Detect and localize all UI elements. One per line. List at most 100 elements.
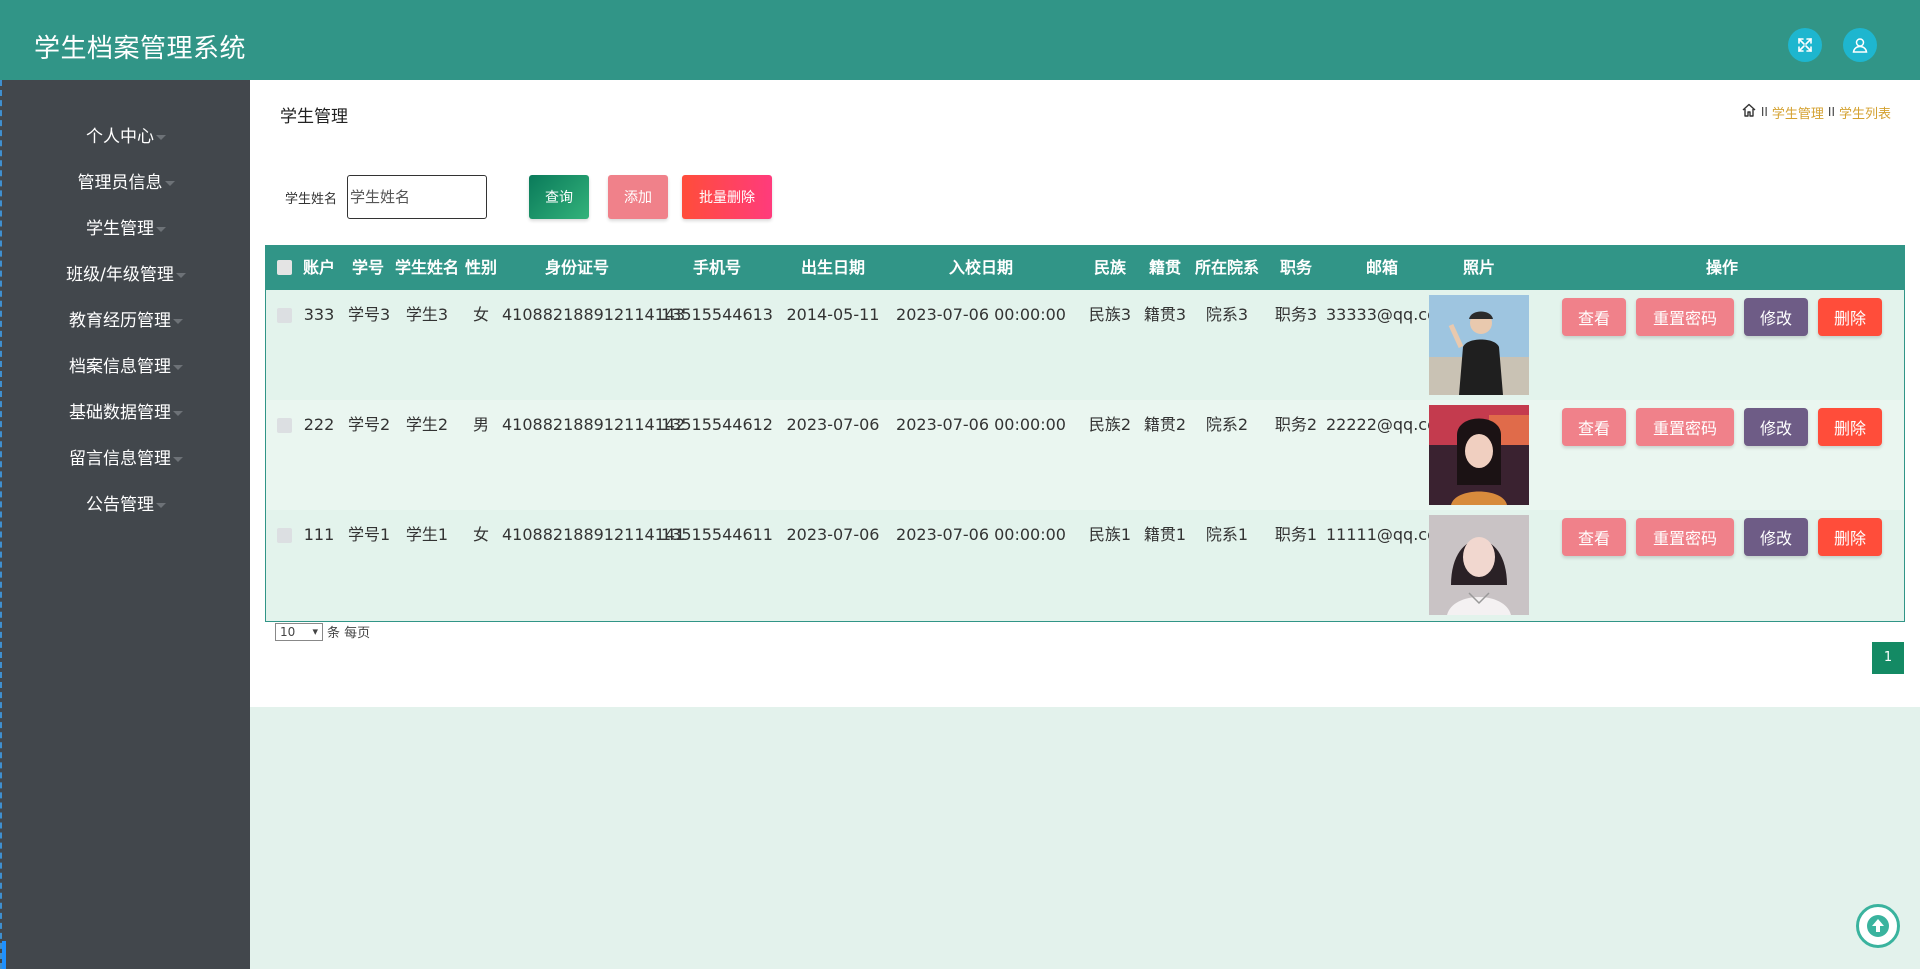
- cell-ethnicity: 民族3: [1088, 305, 1132, 324]
- sidebar-item-label: 班级/年级管理: [66, 265, 174, 285]
- query-button[interactable]: 查询: [529, 175, 589, 219]
- col-actions: 操作: [1705, 258, 1738, 277]
- cell-account: 333: [303, 305, 335, 324]
- caret-down-icon: [173, 318, 183, 324]
- page-1-button[interactable]: 1: [1872, 642, 1904, 674]
- col-account: 账户: [302, 258, 335, 277]
- row-checkbox[interactable]: [277, 308, 292, 323]
- delete-button[interactable]: 删除: [1818, 518, 1882, 556]
- sidebar-item-label: 档案信息管理: [69, 357, 171, 377]
- app-title: 学生档案管理系统: [34, 34, 247, 64]
- user-icon: [1852, 38, 1868, 53]
- cell-email: 22222@qq.com: [1326, 415, 1453, 434]
- edit-button[interactable]: 修改: [1744, 298, 1808, 336]
- caret-down-icon: [156, 226, 166, 232]
- breadcrumb-student-list[interactable]: 学生列表: [1839, 103, 1891, 122]
- sidebar-item-label: 学生管理: [86, 219, 154, 239]
- cell-position: 职务1: [1274, 525, 1318, 544]
- cell-email: 11111@qq.com: [1326, 525, 1453, 544]
- cell-enroll-date: 2023-07-06 00:00:00: [896, 525, 1066, 544]
- cell-position: 职务3: [1274, 305, 1318, 324]
- back-to-top-button[interactable]: [1856, 904, 1900, 948]
- user-menu-button[interactable]: [1843, 28, 1877, 62]
- reset-password-button[interactable]: 重置密码: [1636, 298, 1734, 336]
- col-position: 职务: [1279, 258, 1312, 277]
- breadcrumb-student-management[interactable]: 学生管理: [1772, 103, 1824, 122]
- col-native-place: 籍贯: [1148, 258, 1181, 277]
- home-icon[interactable]: [1741, 102, 1757, 122]
- table-row: 333 学号3 学生3 女 410882188912114143 1351554…: [266, 290, 1904, 400]
- sidebar-item-label: 基础数据管理: [69, 403, 171, 423]
- main-panel: 学生管理 II 学生管理 II 学生列表 学生姓名 查询 添加 批量删除 账户 …: [250, 80, 1920, 707]
- caret-down-icon: [156, 134, 166, 140]
- sidebar-item-student-management[interactable]: 学生管理: [2, 215, 250, 243]
- cell-gender: 男: [472, 415, 489, 434]
- delete-button[interactable]: 删除: [1818, 298, 1882, 336]
- cell-birth-date: 2014-05-11: [786, 305, 880, 324]
- reset-password-button[interactable]: 重置密码: [1636, 518, 1734, 556]
- sidebar-item-class-grade[interactable]: 班级/年级管理: [2, 261, 250, 289]
- cell-student-name: 学生3: [405, 305, 449, 324]
- cell-position: 职务2: [1274, 415, 1318, 434]
- search-label: 学生姓名: [285, 192, 338, 207]
- sidebar-item-admin-info[interactable]: 管理员信息: [2, 169, 250, 197]
- sidebar-item-basic-data[interactable]: 基础数据管理: [2, 399, 250, 427]
- cell-native-place: 籍贯1: [1143, 525, 1187, 544]
- view-button[interactable]: 查看: [1562, 518, 1626, 556]
- cell-student-name: 学生2: [405, 415, 449, 434]
- page-title: 学生管理: [280, 107, 348, 127]
- student-photo[interactable]: [1429, 405, 1529, 505]
- edit-button[interactable]: 修改: [1744, 518, 1808, 556]
- page-size-select[interactable]: 10: [275, 622, 323, 641]
- cell-native-place: 籍贯3: [1143, 305, 1187, 324]
- sidebar-item-notices[interactable]: 公告管理: [2, 491, 250, 519]
- edit-button[interactable]: 修改: [1744, 408, 1808, 446]
- breadcrumb-separator: II: [1760, 105, 1768, 119]
- sidebar-item-archive[interactable]: 档案信息管理: [2, 353, 250, 381]
- col-ethnicity: 民族: [1093, 258, 1126, 277]
- add-button[interactable]: 添加: [608, 175, 668, 219]
- view-button[interactable]: 查看: [1562, 408, 1626, 446]
- cell-enroll-date: 2023-07-06 00:00:00: [896, 305, 1066, 324]
- breadcrumb: II 学生管理 II 学生列表: [1741, 102, 1891, 122]
- col-department: 所在院系: [1194, 258, 1259, 277]
- cell-department: 院系2: [1205, 415, 1249, 434]
- col-birth-date: 出生日期: [800, 258, 865, 277]
- sidebar-item-personal-center[interactable]: 个人中心: [2, 123, 250, 151]
- sidebar-item-education[interactable]: 教育经历管理: [2, 307, 250, 335]
- col-gender: 性别: [464, 258, 497, 277]
- student-name-search-input[interactable]: [347, 175, 487, 219]
- cell-birth-date: 2023-07-06: [786, 525, 880, 544]
- cell-account: 222: [303, 415, 335, 434]
- bulk-delete-button[interactable]: 批量删除: [682, 175, 772, 219]
- delete-button[interactable]: 删除: [1818, 408, 1882, 446]
- fullscreen-button[interactable]: [1788, 28, 1822, 62]
- student-photo[interactable]: [1429, 515, 1529, 615]
- student-photo[interactable]: [1429, 295, 1529, 395]
- col-student-no: 学号: [351, 258, 384, 277]
- cell-enroll-date: 2023-07-06 00:00:00: [896, 415, 1066, 434]
- select-all-checkbox[interactable]: [277, 260, 292, 275]
- sidebar-item-messages[interactable]: 留言信息管理: [2, 445, 250, 473]
- row-checkbox[interactable]: [277, 528, 292, 543]
- cell-id-card: 410882188912114143: [502, 305, 686, 324]
- sidebar: 个人中心 管理员信息 学生管理 班级/年级管理 教育经历管理 档案信息管理 基础…: [0, 80, 250, 969]
- cell-phone: 13515544611: [661, 525, 773, 544]
- student-table: 账户 学号 学生姓名 性别 身份证号 手机号 出生日期 入校日期 民族 籍贯 所…: [265, 245, 1905, 622]
- cell-gender: 女: [472, 525, 489, 544]
- view-button[interactable]: 查看: [1562, 298, 1626, 336]
- cell-student-name: 学生1: [405, 525, 449, 544]
- sidebar-scroll-indicator: [2, 941, 6, 969]
- caret-down-icon: [173, 410, 183, 416]
- col-id-card: 身份证号: [544, 258, 609, 277]
- caret-down-icon: [173, 456, 183, 462]
- reset-password-button[interactable]: 重置密码: [1636, 408, 1734, 446]
- cell-phone: 13515544612: [661, 415, 773, 434]
- cell-gender: 女: [472, 305, 489, 324]
- row-checkbox[interactable]: [277, 418, 292, 433]
- sidebar-item-label: 留言信息管理: [69, 449, 171, 469]
- table-header: 账户 学号 学生姓名 性别 身份证号 手机号 出生日期 入校日期 民族 籍贯 所…: [266, 246, 1904, 290]
- cell-student-no: 学号2: [348, 415, 391, 434]
- cell-birth-date: 2023-07-06: [786, 415, 880, 434]
- sidebar-item-label: 公告管理: [86, 495, 154, 515]
